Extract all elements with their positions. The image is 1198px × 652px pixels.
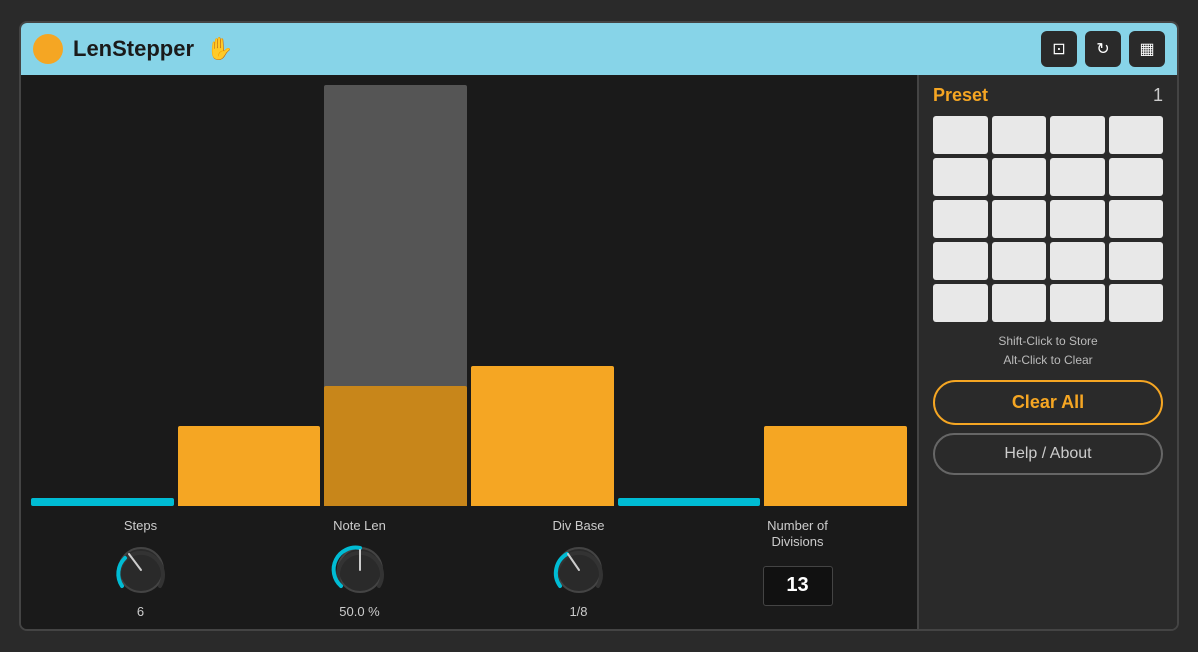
app-title: LenStepper [73, 36, 194, 62]
preset-grid [933, 116, 1163, 322]
numdivisions-label: Number of Divisions [767, 518, 828, 549]
preset-cell-2[interactable] [992, 116, 1047, 154]
notelen-knob[interactable] [330, 540, 390, 600]
refresh-button[interactable]: ↻ [1085, 31, 1121, 67]
preset-cell-20[interactable] [1109, 284, 1164, 322]
steps-control: Steps 6 [31, 518, 250, 619]
numdivisions-display[interactable]: 13 [763, 566, 833, 606]
title-buttons: ⊡ ↻ ▦ [1041, 31, 1165, 67]
left-panel: Steps 6 [21, 75, 917, 629]
step-col-2[interactable] [178, 85, 321, 506]
preset-cell-12[interactable] [1109, 200, 1164, 238]
divbase-value: 1/8 [569, 604, 587, 619]
plugin-window: LenStepper ✋ ⊡ ↻ ▦ [19, 21, 1179, 631]
preset-header: Preset 1 [933, 85, 1163, 106]
preset-cell-19[interactable] [1050, 284, 1105, 322]
preset-cell-11[interactable] [1050, 200, 1105, 238]
help-about-button[interactable]: Help / About [933, 433, 1163, 475]
preset-cell-4[interactable] [1109, 116, 1164, 154]
preset-cell-9[interactable] [933, 200, 988, 238]
title-bar: LenStepper ✋ ⊡ ↻ ▦ [21, 23, 1177, 75]
app-logo [33, 34, 63, 64]
preset-cell-13[interactable] [933, 242, 988, 280]
preset-cell-1[interactable] [933, 116, 988, 154]
step-col-4[interactable] [471, 85, 614, 506]
preset-label: Preset [933, 85, 1153, 106]
main-content: Steps 6 [21, 75, 1177, 629]
divbase-knob[interactable] [549, 540, 609, 600]
preset-cell-18[interactable] [992, 284, 1047, 322]
clear-all-button[interactable]: Clear All [933, 380, 1163, 425]
notelen-value: 50.0 % [339, 604, 379, 619]
steps-value: 6 [137, 604, 144, 619]
preset-cell-16[interactable] [1109, 242, 1164, 280]
notelen-control: Note Len 50.0 % [250, 518, 469, 619]
preset-cell-8[interactable] [1109, 158, 1164, 196]
preset-cell-17[interactable] [933, 284, 988, 322]
right-panel: Preset 1 [917, 75, 1177, 629]
steps-label: Steps [124, 518, 157, 534]
divbase-control: Div Base 1/8 [469, 518, 688, 619]
hand-icon: ✋ [206, 36, 233, 62]
step-col-6[interactable] [764, 85, 907, 506]
preset-cell-10[interactable] [992, 200, 1047, 238]
preset-cell-7[interactable] [1050, 158, 1105, 196]
resize-button[interactable]: ⊡ [1041, 31, 1077, 67]
save-button[interactable]: ▦ [1129, 31, 1165, 67]
notelen-label: Note Len [333, 518, 386, 534]
controls-row: Steps 6 [31, 510, 907, 629]
preset-cell-5[interactable] [933, 158, 988, 196]
step-display [31, 85, 907, 510]
preset-cell-15[interactable] [1050, 242, 1105, 280]
divbase-label: Div Base [552, 518, 604, 534]
step-col-5[interactable] [618, 85, 761, 506]
preset-cell-3[interactable] [1050, 116, 1105, 154]
step-col-1[interactable] [31, 85, 174, 506]
step-col-3[interactable] [324, 85, 467, 506]
preset-cell-14[interactable] [992, 242, 1047, 280]
preset-cell-6[interactable] [992, 158, 1047, 196]
steps-knob[interactable] [111, 540, 171, 600]
numdivisions-control: Number of Divisions 13 [688, 518, 907, 605]
preset-number: 1 [1153, 85, 1163, 106]
hint-text: Shift-Click to Store Alt-Click to Clear [933, 332, 1163, 370]
